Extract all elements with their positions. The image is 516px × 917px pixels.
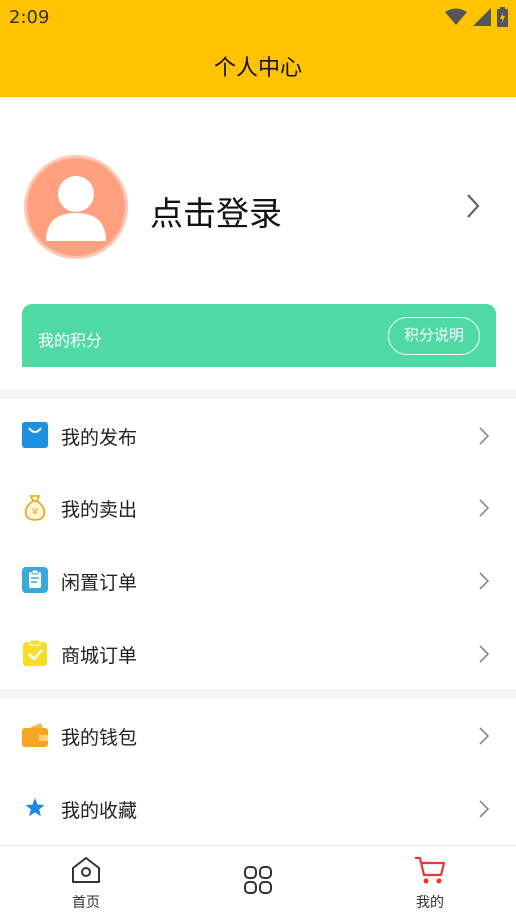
chevron-right-icon bbox=[479, 572, 489, 590]
menu-item-my-sold[interactable]: ¥ 我的卖出 bbox=[0, 471, 516, 543]
status-icons bbox=[445, 7, 508, 27]
page-title: 个人中心 bbox=[213, 56, 302, 81]
money-bag-icon: ¥ bbox=[24, 495, 46, 521]
menu-label: 商城订单 bbox=[61, 645, 138, 667]
wallet-icon bbox=[22, 723, 48, 747]
tab-home[interactable]: 首页 bbox=[0, 846, 172, 917]
home-icon bbox=[72, 857, 100, 883]
tab-bar: 首页 我的 bbox=[0, 845, 516, 917]
avatar[interactable] bbox=[24, 155, 128, 259]
checklist-icon bbox=[23, 639, 47, 666]
chevron-right-icon bbox=[479, 499, 489, 517]
menu-label: 我的卖出 bbox=[61, 499, 138, 521]
points-label: 我的积分 bbox=[38, 331, 103, 350]
login-text[interactable]: 点击登录 bbox=[150, 187, 282, 235]
clipboard-icon bbox=[22, 567, 48, 593]
menu-label: 闲置订单 bbox=[61, 572, 138, 594]
tab-label: 我的 bbox=[416, 895, 444, 911]
grid-icon bbox=[244, 866, 272, 894]
user-icon bbox=[46, 176, 106, 241]
profile-section[interactable]: 点击登录 我的积分 积分说明 bbox=[0, 97, 516, 387]
star-icon bbox=[25, 798, 45, 817]
menu-item-idle-orders[interactable]: 闲置订单 bbox=[0, 544, 516, 616]
menu-item-wallet[interactable]: 我的钱包 bbox=[0, 699, 516, 771]
tab-categories[interactable] bbox=[172, 846, 344, 917]
chevron-right-icon bbox=[479, 800, 489, 818]
svg-text:¥: ¥ bbox=[32, 507, 38, 518]
chevron-right-icon bbox=[479, 727, 489, 745]
menu-item-mall-orders[interactable]: 商城订单 bbox=[0, 617, 516, 689]
points-info-button[interactable]: 积分说明 bbox=[388, 317, 480, 355]
tab-label: 首页 bbox=[72, 895, 100, 911]
chevron-right-icon bbox=[467, 194, 480, 218]
divider bbox=[0, 689, 516, 699]
signal-icon bbox=[473, 8, 491, 26]
menu-label: 我的收藏 bbox=[61, 800, 138, 822]
header: 个人中心 bbox=[0, 34, 516, 97]
menu-item-my-posts[interactable]: 我的发布 bbox=[0, 399, 516, 471]
battery-icon bbox=[497, 7, 508, 27]
status-bar: 2:09 bbox=[0, 0, 516, 34]
menu-label: 我的发布 bbox=[61, 427, 138, 449]
shopping-bag-icon bbox=[22, 422, 48, 448]
points-card: 我的积分 积分说明 bbox=[22, 304, 496, 367]
chevron-right-icon bbox=[479, 427, 489, 445]
wifi-icon bbox=[445, 8, 467, 25]
cart-icon bbox=[415, 856, 446, 884]
tab-mine[interactable]: 我的 bbox=[344, 846, 516, 917]
status-time: 2:09 bbox=[9, 7, 50, 28]
menu-label: 我的钱包 bbox=[61, 727, 138, 749]
divider bbox=[0, 389, 516, 399]
menu-item-favorites[interactable]: 我的收藏 bbox=[0, 772, 516, 844]
chevron-right-icon bbox=[479, 645, 489, 663]
